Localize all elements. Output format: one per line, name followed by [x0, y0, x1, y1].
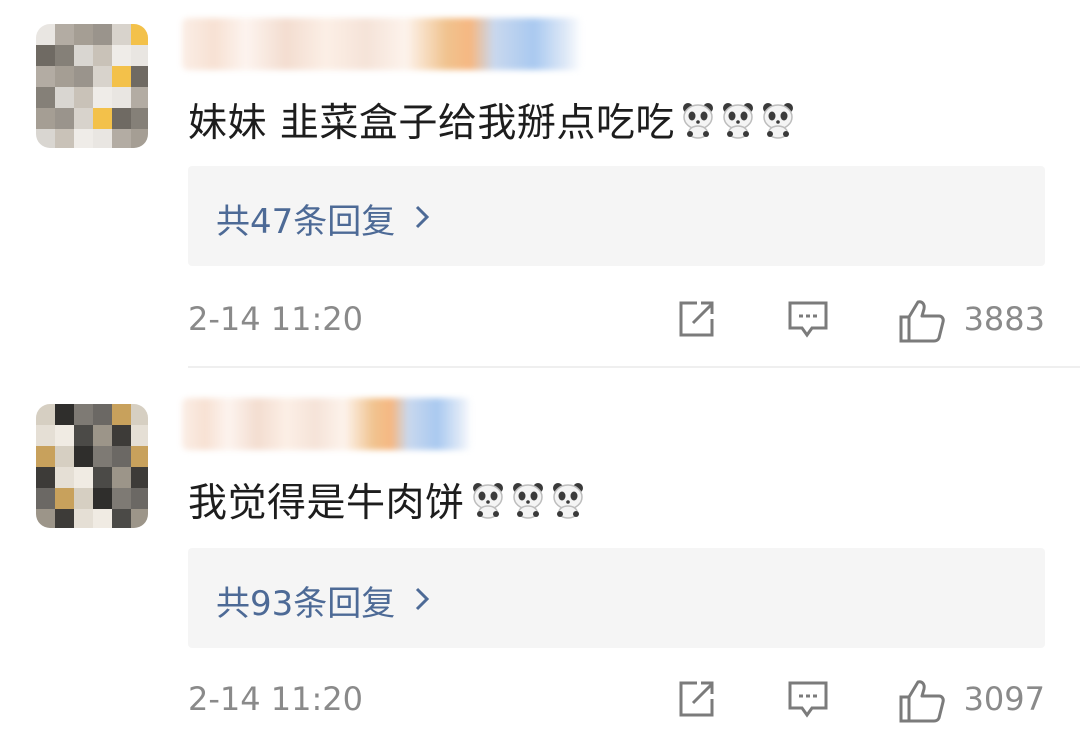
chevron-right-icon	[413, 200, 431, 238]
thumbs-up-icon	[899, 680, 945, 723]
replies-box: 共93条回复	[188, 548, 1045, 648]
panda-emoji-icon	[471, 481, 505, 519]
comment-meta: 2-14 11:20 3097	[188, 678, 1045, 724]
comment-meta: 2-14 11:20 3883	[188, 298, 1045, 344]
panda-emoji-icon	[761, 101, 795, 139]
replies-count-label: 共47条回复	[216, 202, 396, 242]
comment-icon	[788, 681, 828, 718]
chevron-right-icon	[413, 582, 431, 620]
share-button[interactable]	[675, 298, 717, 344]
timestamp: 2-14 11:20	[188, 300, 364, 338]
comment-text-content: 妹妹 韭菜盒子给我掰点吃吃	[188, 101, 675, 146]
divider	[188, 366, 1080, 368]
comment-button[interactable]	[786, 298, 830, 346]
comment-text-content: 我觉得是牛肉饼	[188, 481, 465, 526]
view-replies-link[interactable]: 共93条回复	[216, 576, 431, 625]
panda-emoji-icon	[551, 481, 585, 519]
like-count: 3097	[963, 680, 1045, 718]
panda-emoji-icon	[511, 481, 545, 519]
avatar[interactable]	[36, 24, 148, 148]
comment-text: 妹妹 韭菜盒子给我掰点吃吃	[188, 92, 795, 148]
share-icon	[679, 681, 714, 717]
comment-text: 我觉得是牛肉饼	[188, 472, 585, 528]
like-button[interactable]	[898, 678, 946, 728]
replies-count-label: 共93条回复	[216, 584, 396, 624]
comment-button[interactable]	[786, 678, 830, 726]
view-replies-link[interactable]: 共47条回复	[216, 194, 431, 243]
username-blurred[interactable]	[182, 18, 582, 70]
panda-emoji-icon	[681, 101, 715, 139]
share-button[interactable]	[675, 678, 717, 724]
thumbs-up-icon	[899, 300, 945, 343]
username-blurred[interactable]	[182, 398, 472, 450]
share-icon	[679, 301, 714, 337]
timestamp: 2-14 11:20	[188, 680, 364, 718]
panda-emoji-icon	[721, 101, 755, 139]
like-button[interactable]	[898, 298, 946, 348]
like-count: 3883	[963, 300, 1045, 338]
replies-box: 共47条回复	[188, 166, 1045, 266]
comment-icon	[788, 301, 828, 338]
avatar[interactable]	[36, 404, 148, 528]
